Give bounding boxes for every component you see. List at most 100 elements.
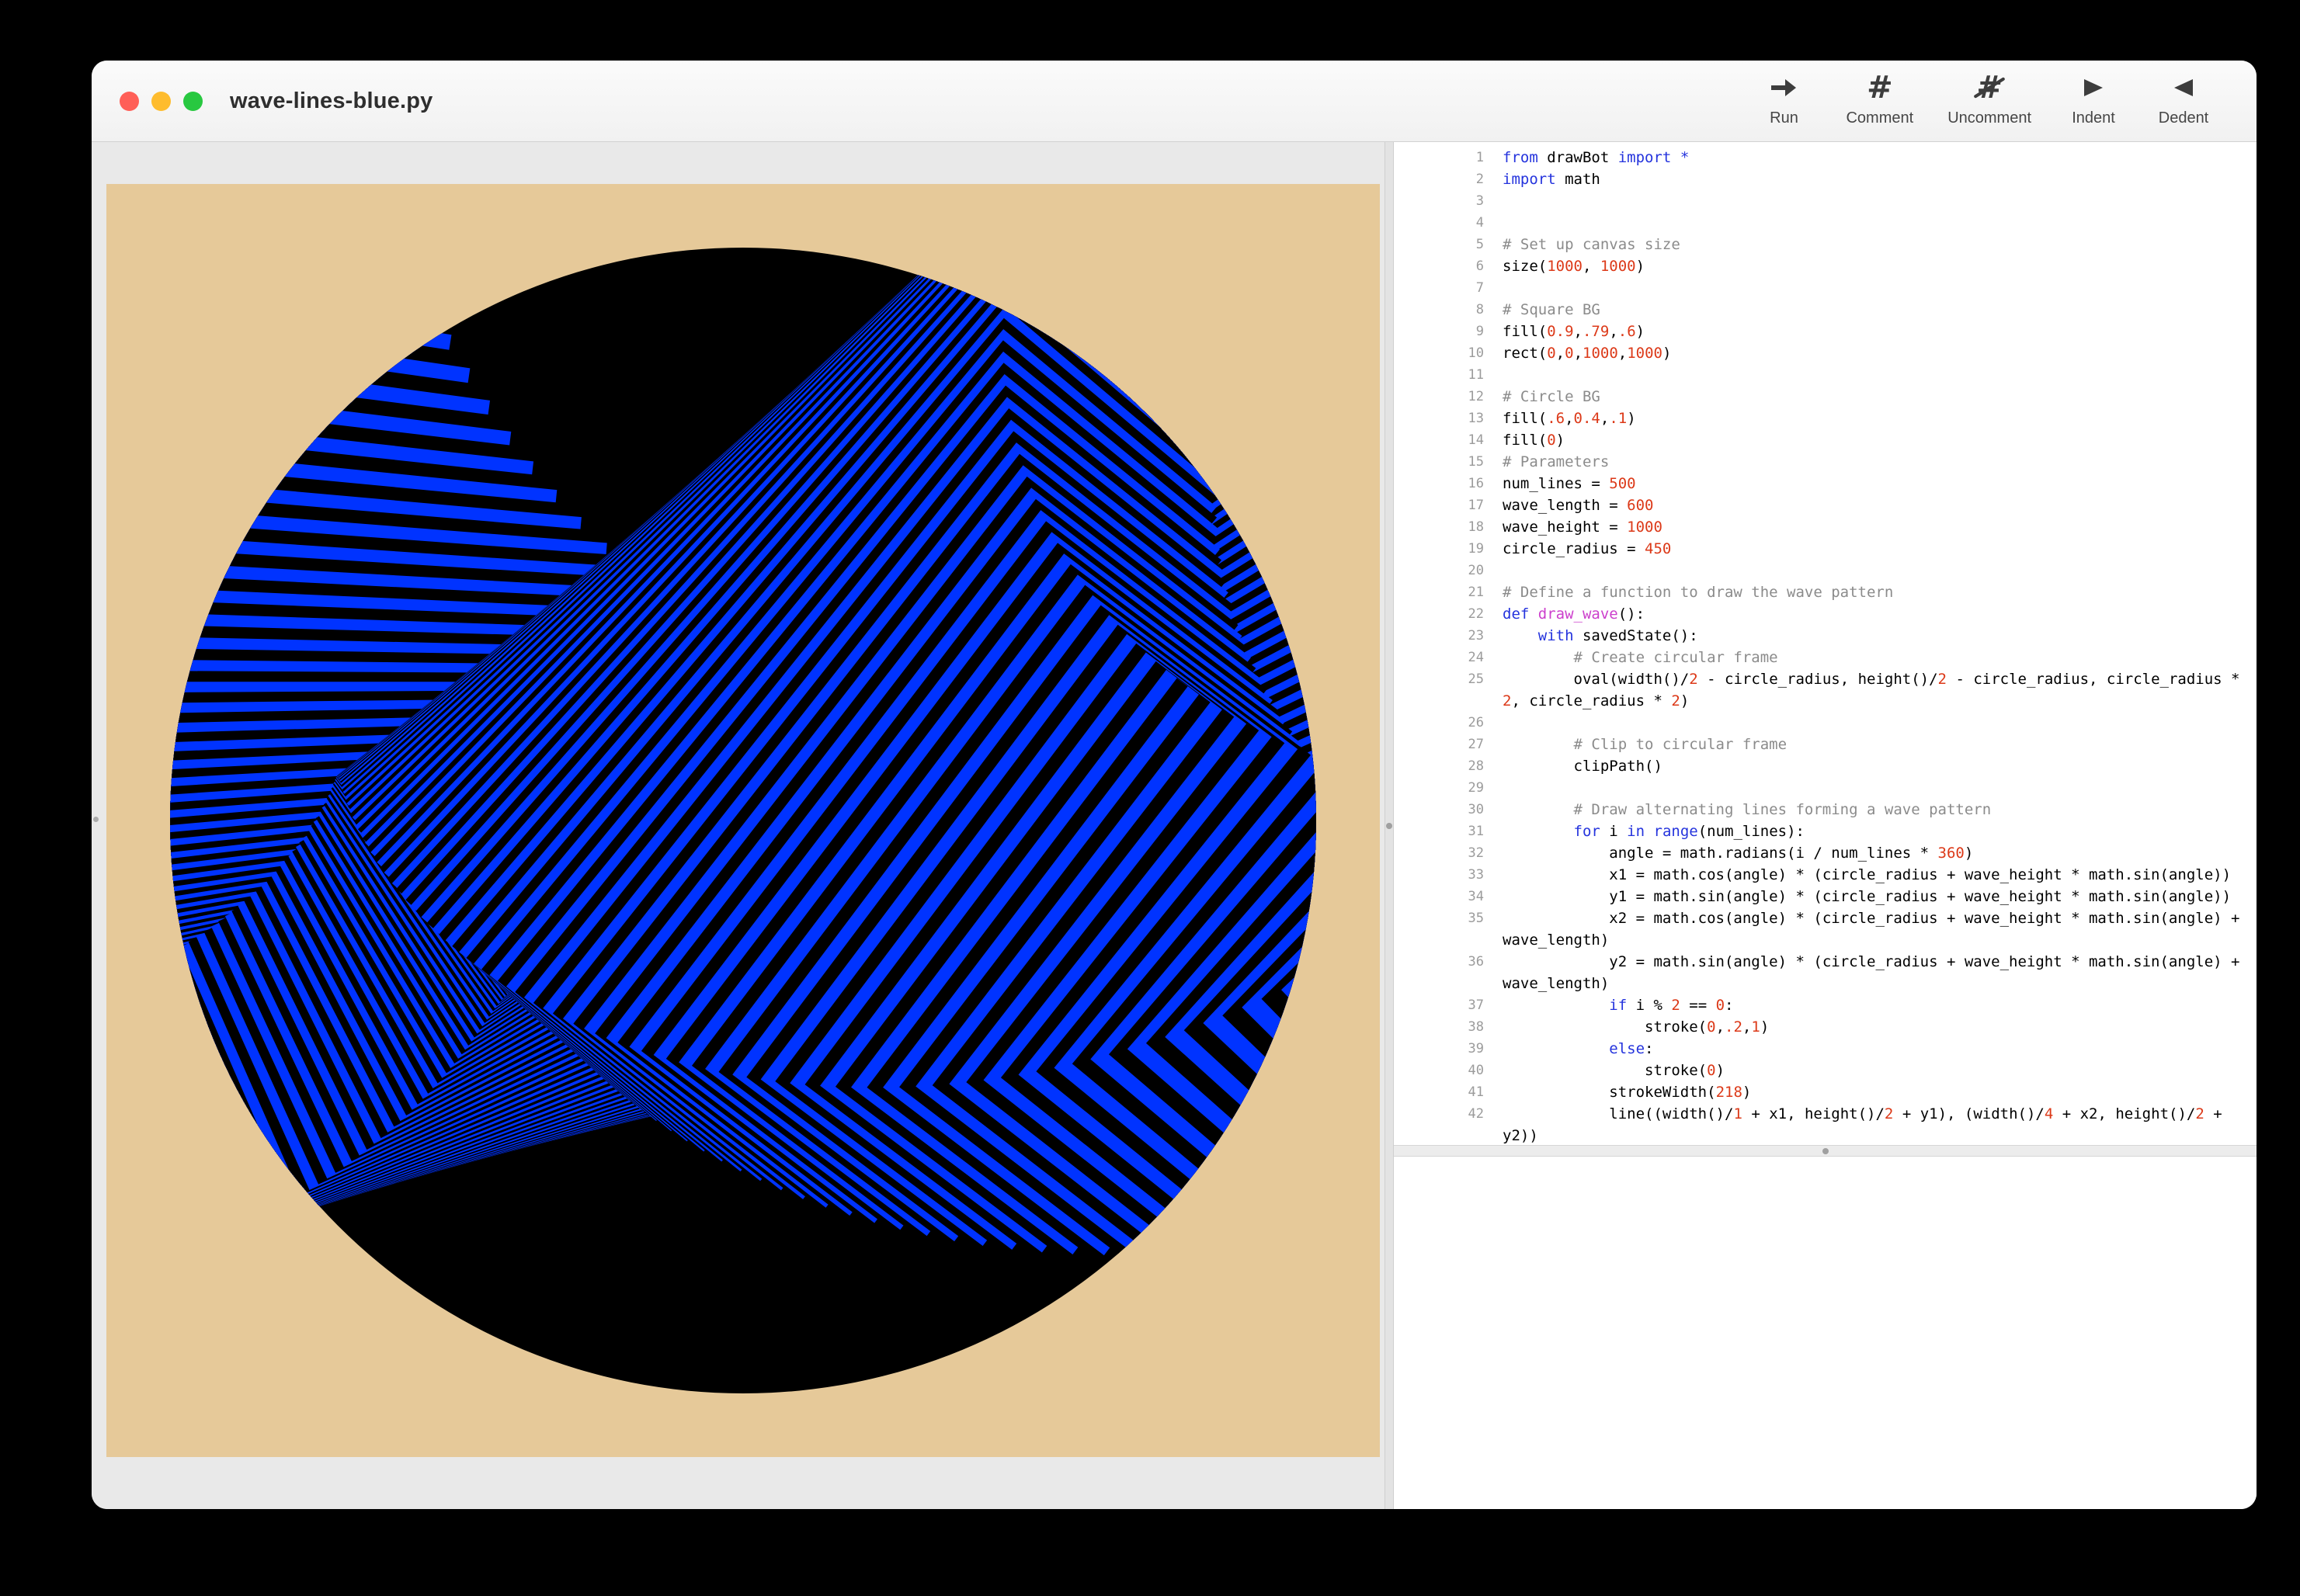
- comment-label: Comment: [1846, 109, 1913, 127]
- line-number: 29: [1394, 777, 1492, 799]
- code-line: 38 stroke(0,.2,1): [1394, 1016, 2257, 1038]
- comment-button[interactable]: # Comment: [1846, 70, 1913, 127]
- code-text: rect(0,0,1000,1000): [1492, 342, 2252, 364]
- code-line: 29: [1394, 777, 2257, 799]
- line-number: 32: [1394, 842, 1492, 864]
- indent-label: Indent: [2072, 109, 2115, 127]
- uncomment-label: Uncomment: [1947, 109, 2031, 127]
- triangle-right-icon: [2082, 70, 2105, 106]
- zoom-button[interactable]: [183, 92, 203, 111]
- line-number: 34: [1394, 886, 1492, 907]
- code-line: 21# Define a function to draw the wave p…: [1394, 581, 2257, 603]
- app-window: wave-lines-blue.py Run # Comment #: [92, 61, 2257, 1509]
- line-number: 22: [1394, 603, 1492, 625]
- splitter-handle-icon[interactable]: [1386, 823, 1392, 829]
- pane-splitter[interactable]: [1385, 142, 1394, 1509]
- triangle-left-icon: [2172, 70, 2195, 106]
- line-number: 17: [1394, 494, 1492, 516]
- code-line: 8# Square BG: [1394, 299, 2257, 321]
- code-text: from drawBot import *: [1492, 147, 2252, 168]
- code-line: 40 stroke(0): [1394, 1060, 2257, 1081]
- code-line: 39 else:: [1394, 1038, 2257, 1060]
- line-number: 13: [1394, 408, 1492, 429]
- line-number: 23: [1394, 625, 1492, 647]
- code-line: 42 line((width()/1 + x1, height()/2 + y1…: [1394, 1103, 2257, 1145]
- code-line: 10rect(0,0,1000,1000): [1394, 342, 2257, 364]
- code-line: 25 oval(width()/2 - circle_radius, heigh…: [1394, 668, 2257, 712]
- code-line: 41 strokeWidth(218): [1394, 1081, 2257, 1103]
- drawing-canvas: [106, 184, 1380, 1457]
- code-text: else:: [1492, 1038, 2252, 1060]
- code-text: clipPath(): [1492, 755, 2252, 777]
- code-line: 1from drawBot import *: [1394, 147, 2257, 168]
- line-number: 18: [1394, 516, 1492, 538]
- code-text: def draw_wave():: [1492, 603, 2252, 625]
- code-line: 18wave_height = 1000: [1394, 516, 2257, 538]
- code-text: y2 = math.sin(angle) * (circle_radius + …: [1492, 951, 2252, 994]
- code-text: # Square BG: [1492, 299, 2252, 321]
- line-number: 10: [1394, 342, 1492, 364]
- hash-strike-icon: #: [1976, 70, 2003, 106]
- line-number: 35: [1394, 907, 1492, 951]
- code-line: 31 for i in range(num_lines):: [1394, 821, 2257, 842]
- toolbar: Run # Comment # Uncomment: [1756, 70, 2211, 127]
- code-text: x2 = math.cos(angle) * (circle_radius + …: [1492, 907, 2252, 951]
- line-number: 9: [1394, 321, 1492, 342]
- run-arrow-icon: [1770, 70, 1798, 106]
- code-line: 14fill(0): [1394, 429, 2257, 451]
- code-line: 30 # Draw alternating lines forming a wa…: [1394, 799, 2257, 821]
- left-edge-splitter-handle-icon[interactable]: [93, 817, 99, 822]
- dedent-button[interactable]: Dedent: [2156, 70, 2211, 127]
- main-content: 1from drawBot import *2import math345# S…: [92, 142, 2257, 1509]
- code-line: 17wave_length = 600: [1394, 494, 2257, 516]
- line-number: 40: [1394, 1060, 1492, 1081]
- splitter-handle-icon[interactable]: [1822, 1148, 1829, 1154]
- code-editor[interactable]: 1from drawBot import *2import math345# S…: [1394, 142, 2257, 1145]
- line-number: 30: [1394, 799, 1492, 821]
- code-text: oval(width()/2 - circle_radius, height()…: [1492, 668, 2252, 712]
- code-pane: 1from drawBot import *2import math345# S…: [1394, 142, 2257, 1509]
- code-line: 16num_lines = 500: [1394, 473, 2257, 494]
- code-line: 11: [1394, 364, 2257, 386]
- code-line: 22def draw_wave():: [1394, 603, 2257, 625]
- window-title: wave-lines-blue.py: [230, 61, 433, 141]
- code-text: x1 = math.cos(angle) * (circle_radius + …: [1492, 864, 2252, 886]
- code-line: 26: [1394, 712, 2257, 734]
- code-text: # Parameters: [1492, 451, 2252, 473]
- indent-button[interactable]: Indent: [2065, 70, 2121, 127]
- code-text: strokeWidth(218): [1492, 1081, 2252, 1103]
- code-line: 34 y1 = math.sin(angle) * (circle_radius…: [1394, 886, 2257, 907]
- code-text: fill(0.9,.79,.6): [1492, 321, 2252, 342]
- code-line: 20: [1394, 560, 2257, 581]
- code-line: 13fill(.6,0.4,.1): [1394, 408, 2257, 429]
- close-button[interactable]: [120, 92, 139, 111]
- code-line: 35 x2 = math.cos(angle) * (circle_radius…: [1394, 907, 2257, 951]
- code-text: wave_length = 600: [1492, 494, 2252, 516]
- console-splitter[interactable]: [1394, 1145, 2257, 1157]
- uncomment-button[interactable]: # Uncomment: [1947, 70, 2031, 127]
- code-line: 28 clipPath(): [1394, 755, 2257, 777]
- line-number: 16: [1394, 473, 1492, 494]
- line-number: 7: [1394, 277, 1492, 299]
- code-text: [1492, 277, 2252, 299]
- line-number: 6: [1394, 255, 1492, 277]
- code-line: 7: [1394, 277, 2257, 299]
- code-text: [1492, 364, 2252, 386]
- line-number: 12: [1394, 386, 1492, 408]
- code-line: 3: [1394, 190, 2257, 212]
- code-line: 2import math: [1394, 168, 2257, 190]
- code-line: 23 with savedState():: [1394, 625, 2257, 647]
- line-number: 3: [1394, 190, 1492, 212]
- code-line: 24 # Create circular frame: [1394, 647, 2257, 668]
- run-button[interactable]: Run: [1756, 70, 1812, 127]
- titlebar[interactable]: wave-lines-blue.py Run # Comment #: [92, 61, 2257, 142]
- code-text: fill(0): [1492, 429, 2252, 451]
- line-number: 14: [1394, 429, 1492, 451]
- code-text: # Circle BG: [1492, 386, 2252, 408]
- code-text: [1492, 777, 2252, 799]
- code-text: [1492, 190, 2252, 212]
- code-text: line((width()/1 + x1, height()/2 + y1), …: [1492, 1103, 2252, 1145]
- output-console[interactable]: [1394, 1157, 2257, 1509]
- minimize-button[interactable]: [151, 92, 171, 111]
- line-number: 24: [1394, 647, 1492, 668]
